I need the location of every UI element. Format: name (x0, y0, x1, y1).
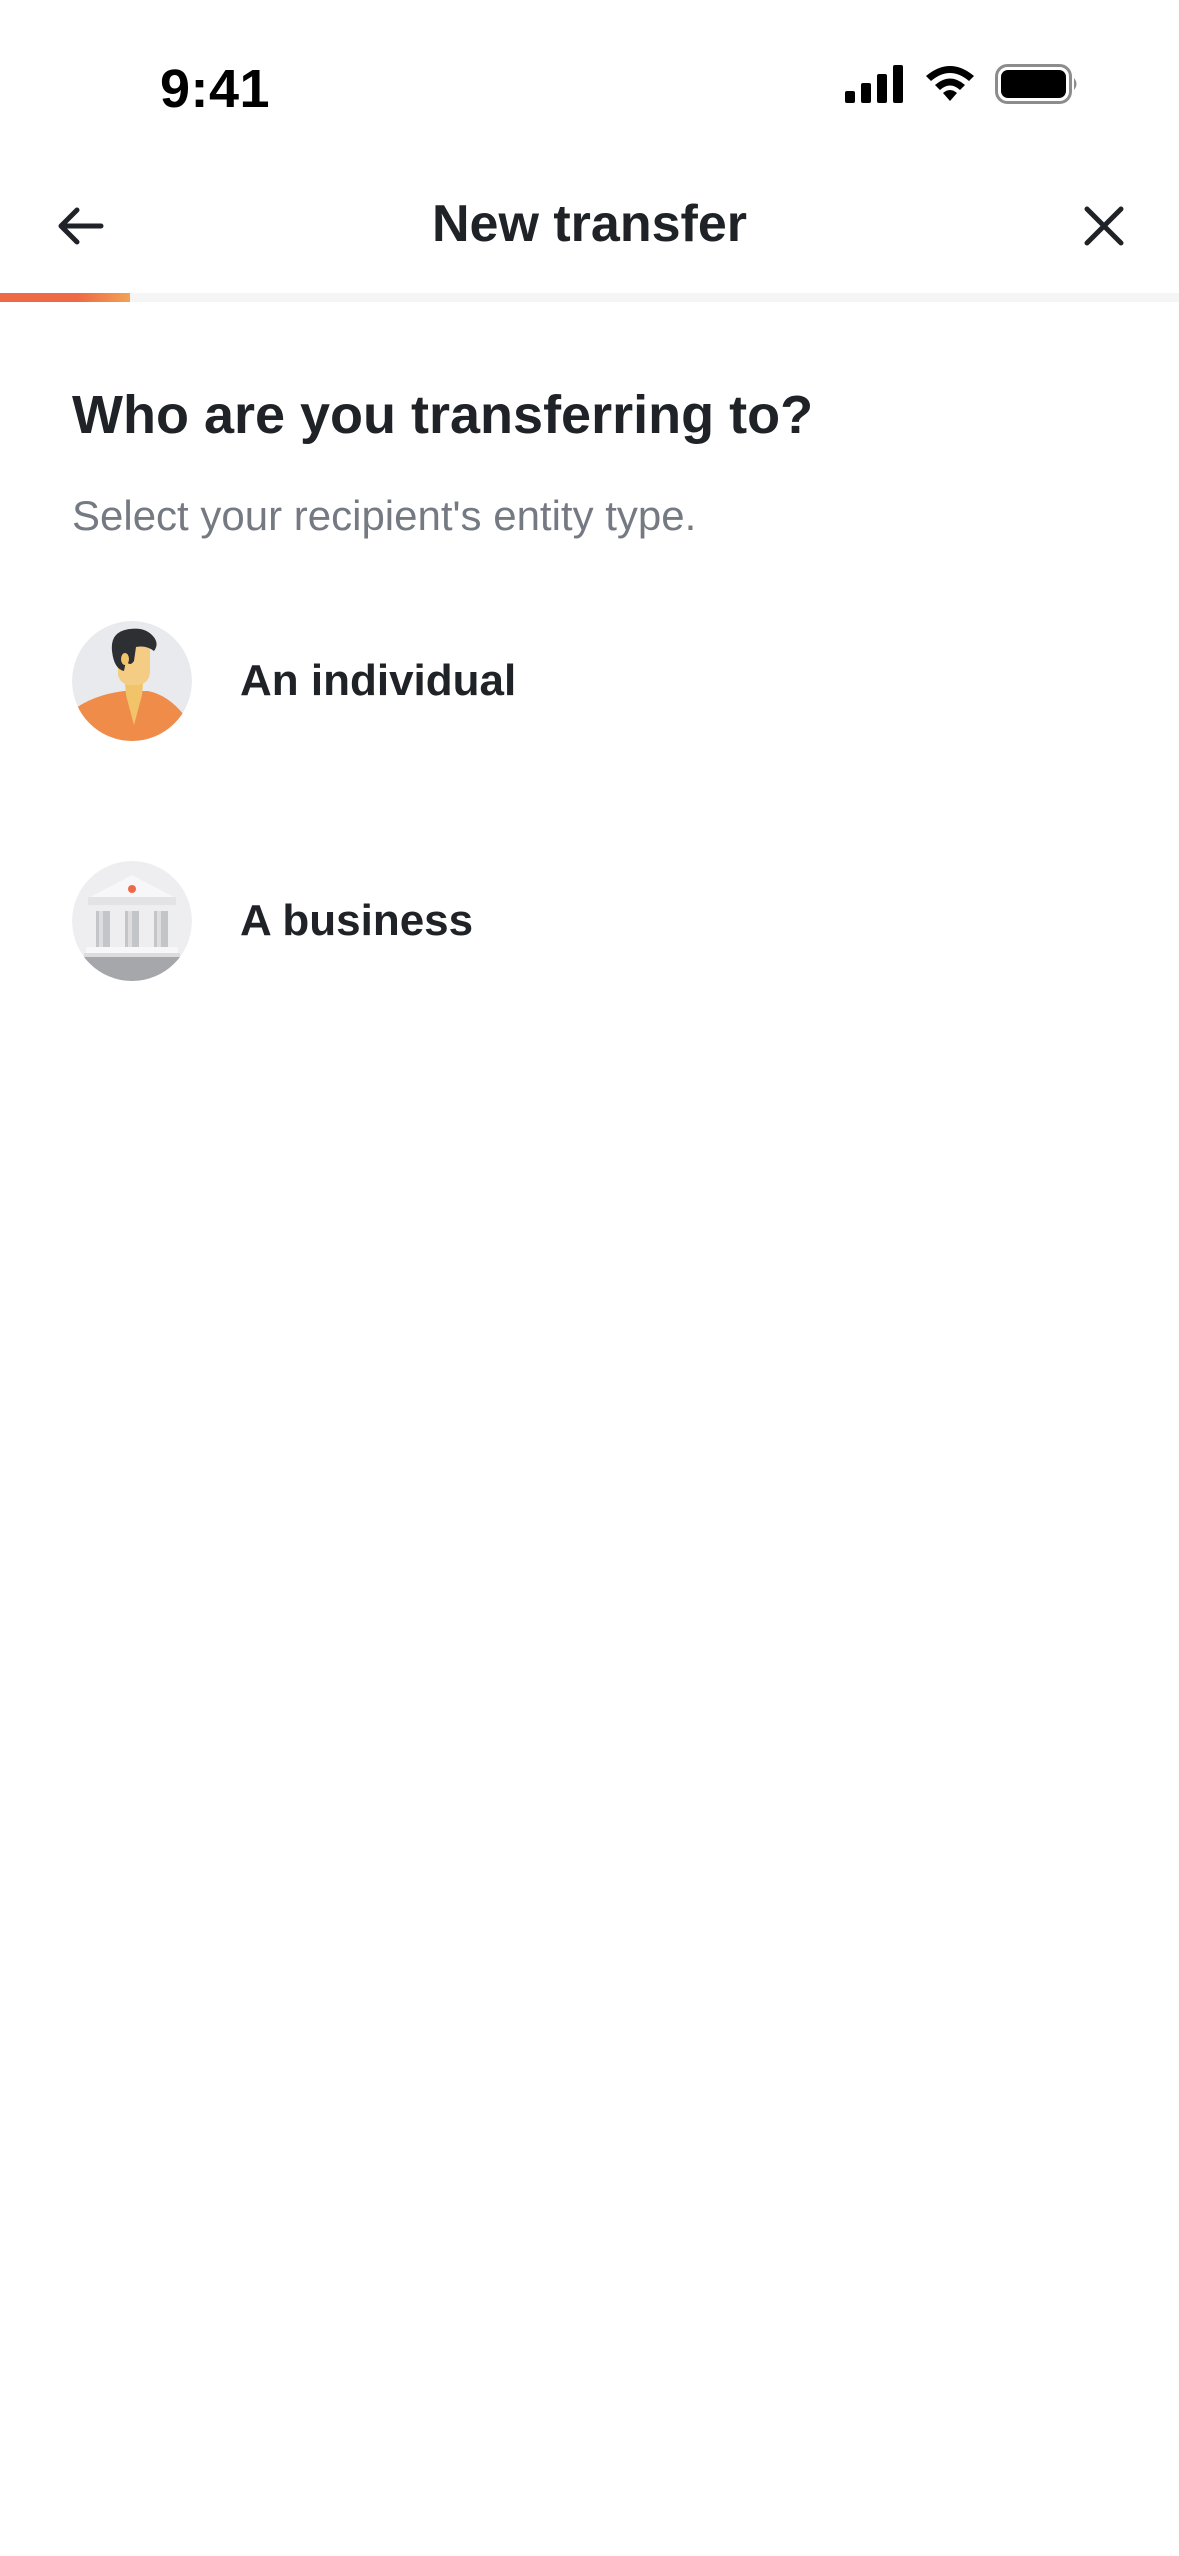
question-subheading: Select your recipient's entity type. (72, 492, 697, 539)
cellular-signal-icon (845, 65, 905, 108)
person-avatar-icon (72, 621, 192, 741)
battery-icon (995, 64, 1079, 109)
progress-fill (0, 293, 130, 302)
nav-bar: New transfer (0, 170, 1179, 290)
status-time: 9:41 (160, 59, 271, 119)
option-business-label: A business (240, 896, 474, 945)
option-business[interactable]: A business (72, 860, 1107, 982)
close-button[interactable] (1064, 188, 1144, 268)
content: Who are you transferring to? Select your… (72, 380, 1107, 544)
progress-bar (0, 293, 1179, 302)
wifi-icon (923, 65, 977, 108)
close-icon (1082, 204, 1126, 253)
option-individual[interactable]: An individual (72, 620, 1107, 742)
status-icons (845, 64, 1079, 109)
bank-building-icon (72, 861, 192, 981)
status-bar: 9:41 (0, 0, 1179, 150)
option-individual-label: An individual (240, 656, 517, 705)
page-title: New transfer (432, 195, 747, 253)
question-heading: Who are you transferring to? (72, 385, 814, 445)
